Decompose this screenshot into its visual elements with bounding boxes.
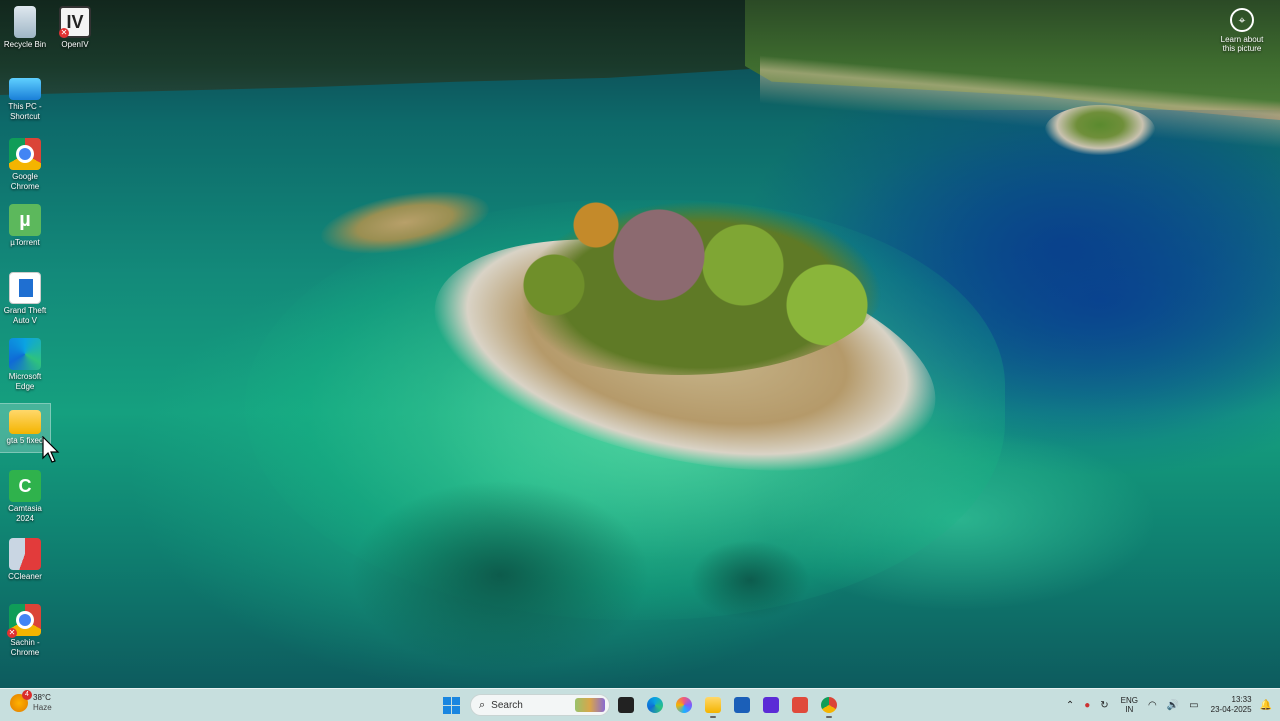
task-view-icon	[618, 697, 634, 713]
store-icon	[734, 697, 750, 713]
desktop-icon-microsoft-edge[interactable]: Microsoft Edge	[0, 338, 50, 392]
desktop-icon-label: This PC - Shortcut	[8, 102, 42, 121]
desktop-icon-sachin-chrome[interactable]: ✕ Sachin - Chrome	[0, 604, 50, 658]
weather-temperature: 38°C	[33, 693, 51, 702]
taskbar-task-view[interactable]	[613, 692, 639, 718]
desktop-icon-label: CCleaner	[8, 572, 42, 581]
desktop-icon-recycle-bin[interactable]: Recycle Bin	[0, 6, 50, 50]
tray-overflow-chevron-icon[interactable]: ⌃	[1066, 700, 1074, 711]
taskbar-copilot[interactable]	[671, 692, 697, 718]
recycle-bin-icon	[14, 6, 36, 38]
camtasia-icon: C	[9, 470, 41, 502]
error-badge-icon: ✕	[59, 28, 69, 38]
weather-widget[interactable]: 4 38°C Haze	[10, 690, 52, 713]
taskbar-search[interactable]: ⌕ Search	[470, 694, 610, 716]
taskbar-store[interactable]	[729, 692, 755, 718]
desktop-icon-label: OpenIV	[61, 40, 89, 49]
openiv-icon: IV ✕	[59, 6, 91, 38]
edge-icon	[647, 697, 663, 713]
volume-icon[interactable]: 🔊	[1167, 700, 1179, 711]
taskbar-capture[interactable]	[758, 692, 784, 718]
folder-icon	[9, 410, 41, 434]
language-code: ENG	[1120, 696, 1138, 705]
file-explorer-icon	[705, 697, 721, 713]
error-badge-icon: ✕	[7, 628, 17, 638]
desktop-wallpaper	[0, 0, 1280, 688]
tray-app-icon[interactable]: ●	[1084, 700, 1090, 711]
system-tray: ⌃ ● ↻ ENG IN ◠ 🔊 ▭ 13:33 23-04-2025 🔔	[1056, 689, 1272, 721]
weather-alert-badge: 4	[22, 690, 32, 700]
this-pc-icon	[9, 78, 41, 100]
gta-icon	[9, 272, 41, 304]
wifi-icon[interactable]: ◠	[1148, 700, 1157, 711]
start-button[interactable]	[438, 692, 464, 718]
weather-condition: Haze	[33, 703, 52, 712]
desktop-icon-camtasia[interactable]: C Camtasia 2024	[0, 470, 50, 524]
search-placeholder: Search	[491, 699, 523, 711]
taskbar: 4 38°C Haze ⌕ Search ⌃ ● ↻ ENG IN ◠ 🔊 ▭ …	[0, 688, 1280, 721]
notification-bell-icon[interactable]: 🔔	[1260, 700, 1272, 711]
desktop-icon-google-chrome[interactable]: Google Chrome	[0, 138, 50, 192]
clock[interactable]: 13:33 23-04-2025	[1211, 695, 1252, 715]
clock-time: 13:33	[1231, 695, 1252, 704]
taskbar-chrome[interactable]	[816, 692, 842, 718]
underwater-patch	[350, 480, 650, 670]
island-trees	[470, 175, 890, 375]
language-region: IN	[1125, 705, 1134, 714]
desktop-icon-label: Grand Theft Auto V	[3, 306, 47, 325]
taskbar-edge[interactable]	[642, 692, 668, 718]
learn-about-picture-button[interactable]: ⌖ Learn about this picture	[1216, 8, 1268, 53]
chrome-icon	[9, 138, 41, 170]
taskbar-center: ⌕ Search	[438, 692, 842, 718]
chrome-profile-icon: ✕	[7, 604, 41, 638]
clock-date: 23-04-2025	[1210, 705, 1252, 714]
tray-sync-icon[interactable]: ↻	[1100, 700, 1108, 711]
desktop-icon-label: Microsoft Edge	[8, 372, 42, 391]
desktop-icon-openiv[interactable]: IV ✕ OpenIV	[50, 6, 100, 50]
camtasia-icon	[792, 697, 808, 713]
capture-icon	[763, 697, 779, 713]
desktop-icon-this-pc[interactable]: This PC - Shortcut	[0, 72, 50, 122]
desktop-icon-label: Sachin - Chrome	[10, 638, 40, 657]
search-icon: ⌕	[479, 698, 486, 711]
edge-icon	[9, 338, 41, 370]
copilot-icon	[676, 697, 692, 713]
learn-about-picture-label: Learn about this picture	[1220, 35, 1264, 53]
desktop-icon-label: Recycle Bin	[3, 40, 47, 49]
desktop-icon-label: µTorrent	[10, 238, 40, 247]
distant-islet	[1045, 105, 1155, 155]
openiv-glyph: IV	[66, 12, 84, 32]
windows-logo-icon	[442, 696, 451, 705]
underwater-patch-small	[690, 540, 810, 620]
ccleaner-icon	[9, 538, 41, 570]
chrome-icon	[821, 697, 837, 713]
desktop-icon-gta-v[interactable]: Grand Theft Auto V	[0, 272, 50, 326]
desktop-icon-label: Camtasia 2024	[8, 504, 42, 523]
taskbar-camtasia[interactable]	[787, 692, 813, 718]
mouse-cursor-icon	[42, 435, 60, 469]
language-indicator[interactable]: ENG IN	[1121, 696, 1138, 714]
desktop-icon-label: Google Chrome	[10, 172, 40, 191]
desktop-icon-utorrent[interactable]: µ µTorrent	[0, 204, 50, 248]
battery-icon[interactable]: ▭	[1189, 700, 1198, 711]
utorrent-icon: µ	[9, 204, 41, 236]
desktop-icon-ccleaner[interactable]: CCleaner	[0, 538, 50, 582]
forest-left	[0, 0, 760, 95]
camera-lens-icon: ⌖	[1230, 8, 1254, 32]
weather-sun-icon: 4	[10, 690, 32, 712]
search-highlight-icon	[575, 698, 605, 712]
taskbar-file-explorer[interactable]	[700, 692, 726, 718]
